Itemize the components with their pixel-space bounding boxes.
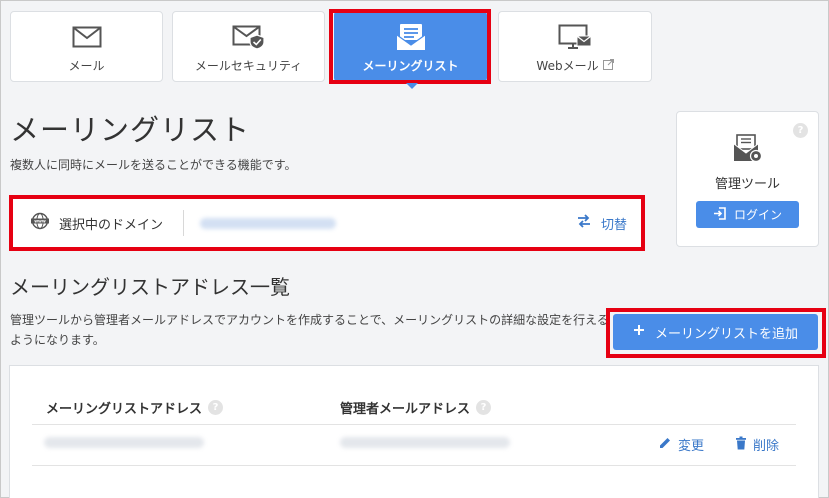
tab-webmail[interactable]: Webメール xyxy=(498,11,652,82)
active-tab-caret xyxy=(406,83,418,89)
admin-address-value xyxy=(340,437,510,448)
tab-label-text: Webメール xyxy=(536,59,599,73)
table-divider xyxy=(32,424,796,425)
page-description: 複数人に同時にメールを送ることができる機能です。 xyxy=(10,158,297,172)
mail-icon xyxy=(72,24,102,50)
domain-switch-button[interactable]: 切替 xyxy=(577,214,627,233)
external-link-icon xyxy=(602,58,614,73)
add-mailing-list-button[interactable]: メーリングリストを追加 xyxy=(613,314,818,350)
edit-button[interactable]: 変更 xyxy=(658,435,704,454)
tab-mail[interactable]: メール xyxy=(10,11,163,82)
login-label: ログイン xyxy=(733,208,782,222)
page-title: メーリングリスト xyxy=(10,113,251,147)
edit-label: 変更 xyxy=(678,439,705,454)
tab-label: メーリングリスト xyxy=(362,59,459,73)
selected-domain-value xyxy=(200,217,337,229)
tab-label: メールセキュリティ xyxy=(194,59,303,73)
plus-icon xyxy=(633,324,645,340)
tab-label: メール xyxy=(68,59,105,73)
help-icon[interactable]: ? xyxy=(793,123,808,138)
svg-text:www: www xyxy=(34,219,46,224)
admin-tool-card: ? 管理ツール ログイン xyxy=(676,111,819,247)
login-button[interactable]: ログイン xyxy=(696,201,799,228)
delete-button[interactable]: 削除 xyxy=(735,435,779,454)
tab-mail-security[interactable]: メールセキュリティ xyxy=(172,11,325,82)
help-icon[interactable]: ? xyxy=(476,400,492,415)
column-header-admin-address: 管理者メールアドレス ? xyxy=(340,398,492,417)
table-divider xyxy=(32,465,796,466)
column-header-label: メーリングリストアドレス xyxy=(46,402,203,417)
add-button-label: メーリングリストを追加 xyxy=(654,326,798,342)
column-header-list-address: メーリングリストアドレス ? xyxy=(46,398,224,417)
domain-switch-label: 切替 xyxy=(600,217,627,233)
swap-arrows-icon xyxy=(577,214,591,232)
domain-label: www 選択中のドメイン xyxy=(31,212,163,234)
section-title: メーリングリストアドレス一覧 xyxy=(10,275,290,299)
mailing-list-icon xyxy=(396,24,426,50)
section-description: 管理ツールから管理者メールアドレスでアカウントを作成することで、メーリングリスト… xyxy=(10,313,609,347)
list-address-value xyxy=(44,437,204,448)
domain-label-text: 選択中のドメイン xyxy=(59,217,164,233)
domain-selector: www 選択中のドメイン 切替 xyxy=(9,195,645,251)
tab-label: Webメール xyxy=(536,57,614,74)
trash-icon xyxy=(735,436,747,454)
mailing-list-table: メーリングリストアドレス ? 管理者メールアドレス ? 変更 削除 xyxy=(9,365,819,498)
divider xyxy=(183,210,185,236)
globe-www-icon: www xyxy=(31,212,49,234)
mail-security-icon xyxy=(232,24,266,50)
tab-mailing-list[interactable]: メーリングリスト xyxy=(334,11,487,82)
delete-label: 削除 xyxy=(753,439,780,454)
admin-tool-icon xyxy=(733,134,763,168)
column-header-label: 管理者メールアドレス xyxy=(340,402,471,417)
admin-tool-title: 管理ツール xyxy=(714,177,780,192)
login-icon xyxy=(713,206,726,223)
webmail-icon xyxy=(558,24,592,50)
pencil-icon xyxy=(658,436,672,454)
help-icon[interactable]: ? xyxy=(208,400,224,415)
